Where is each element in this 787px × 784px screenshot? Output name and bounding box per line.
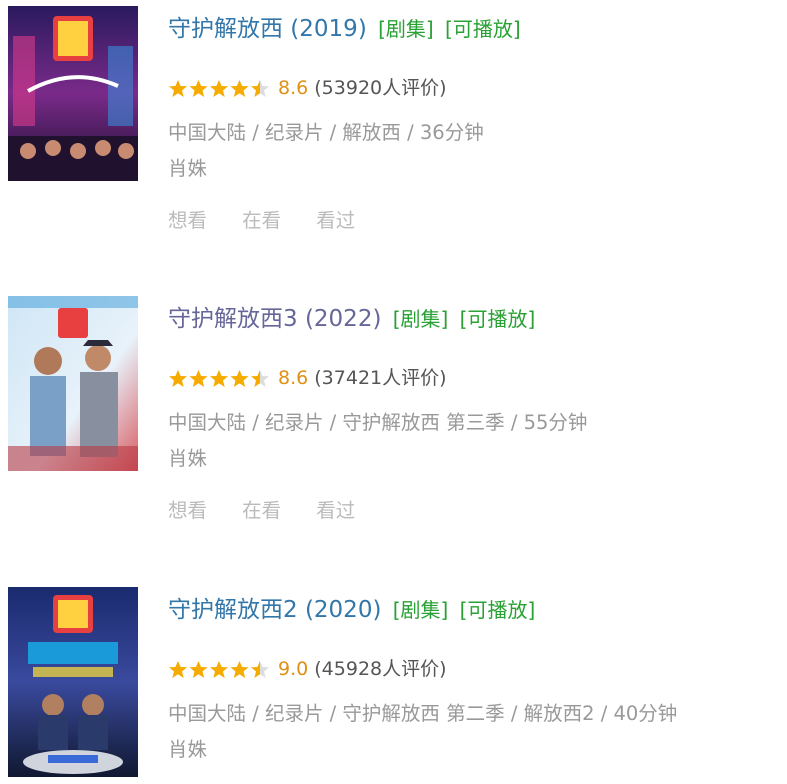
want-to-watch-button[interactable]: 想看	[168, 499, 207, 522]
item-cast: 肖姝	[168, 157, 208, 180]
result-item: 守护解放西 (2019) [剧集] [可播放] 8.6 (53920人评价) 中…	[0, 6, 787, 232]
item-title-link[interactable]: 守护解放西2 (2020)	[168, 597, 381, 623]
item-title-link[interactable]: 守护解放西 (2019)	[168, 16, 367, 42]
star-rating-icon	[168, 660, 270, 680]
tag-playable[interactable]: [可播放]	[460, 307, 536, 331]
rating-score: 8.6	[278, 367, 309, 389]
poster-image[interactable]	[8, 6, 138, 181]
item-cast: 肖姝	[168, 447, 208, 470]
tag-series: [剧集]	[392, 307, 449, 331]
want-to-watch-button[interactable]: 想看	[168, 209, 207, 232]
rating-count: (53920人评价)	[314, 77, 447, 99]
item-cast: 肖姝	[168, 738, 208, 761]
watched-button[interactable]: 看过	[316, 209, 355, 232]
item-title-link[interactable]: 守护解放西3 (2022)	[168, 306, 381, 332]
result-item: 守护解放西3 (2022) [剧集] [可播放] 8.6 (37421人评价)	[0, 296, 787, 522]
result-item: 守护解放西2 (2020) [剧集] [可播放] 9.0 (45928人评价)	[0, 587, 787, 784]
rating-count: (37421人评价)	[314, 367, 447, 389]
star-rating-icon	[168, 369, 270, 389]
tag-series: [剧集]	[392, 598, 449, 622]
poster-image[interactable]	[8, 296, 138, 471]
rating-count: (45928人评价)	[314, 658, 447, 680]
watched-button[interactable]: 看过	[316, 499, 355, 522]
item-meta: 中国大陆 / 纪录片 / 解放西 / 36分钟	[168, 121, 484, 144]
tag-playable[interactable]: [可播放]	[460, 598, 536, 622]
rating-score: 8.6	[278, 77, 309, 99]
tag-series: [剧集]	[378, 17, 434, 41]
item-meta: 中国大陆 / 纪录片 / 守护解放西 第三季 / 55分钟	[168, 411, 588, 434]
star-rating-icon	[168, 79, 270, 99]
item-meta: 中国大陆 / 纪录片 / 守护解放西 第二季 / 解放西2 / 40分钟	[168, 702, 678, 725]
watching-button[interactable]: 在看	[242, 499, 281, 522]
watching-button[interactable]: 在看	[242, 209, 281, 232]
tag-playable[interactable]: [可播放]	[445, 17, 521, 41]
rating-score: 9.0	[278, 658, 309, 680]
poster-image[interactable]	[8, 587, 138, 777]
